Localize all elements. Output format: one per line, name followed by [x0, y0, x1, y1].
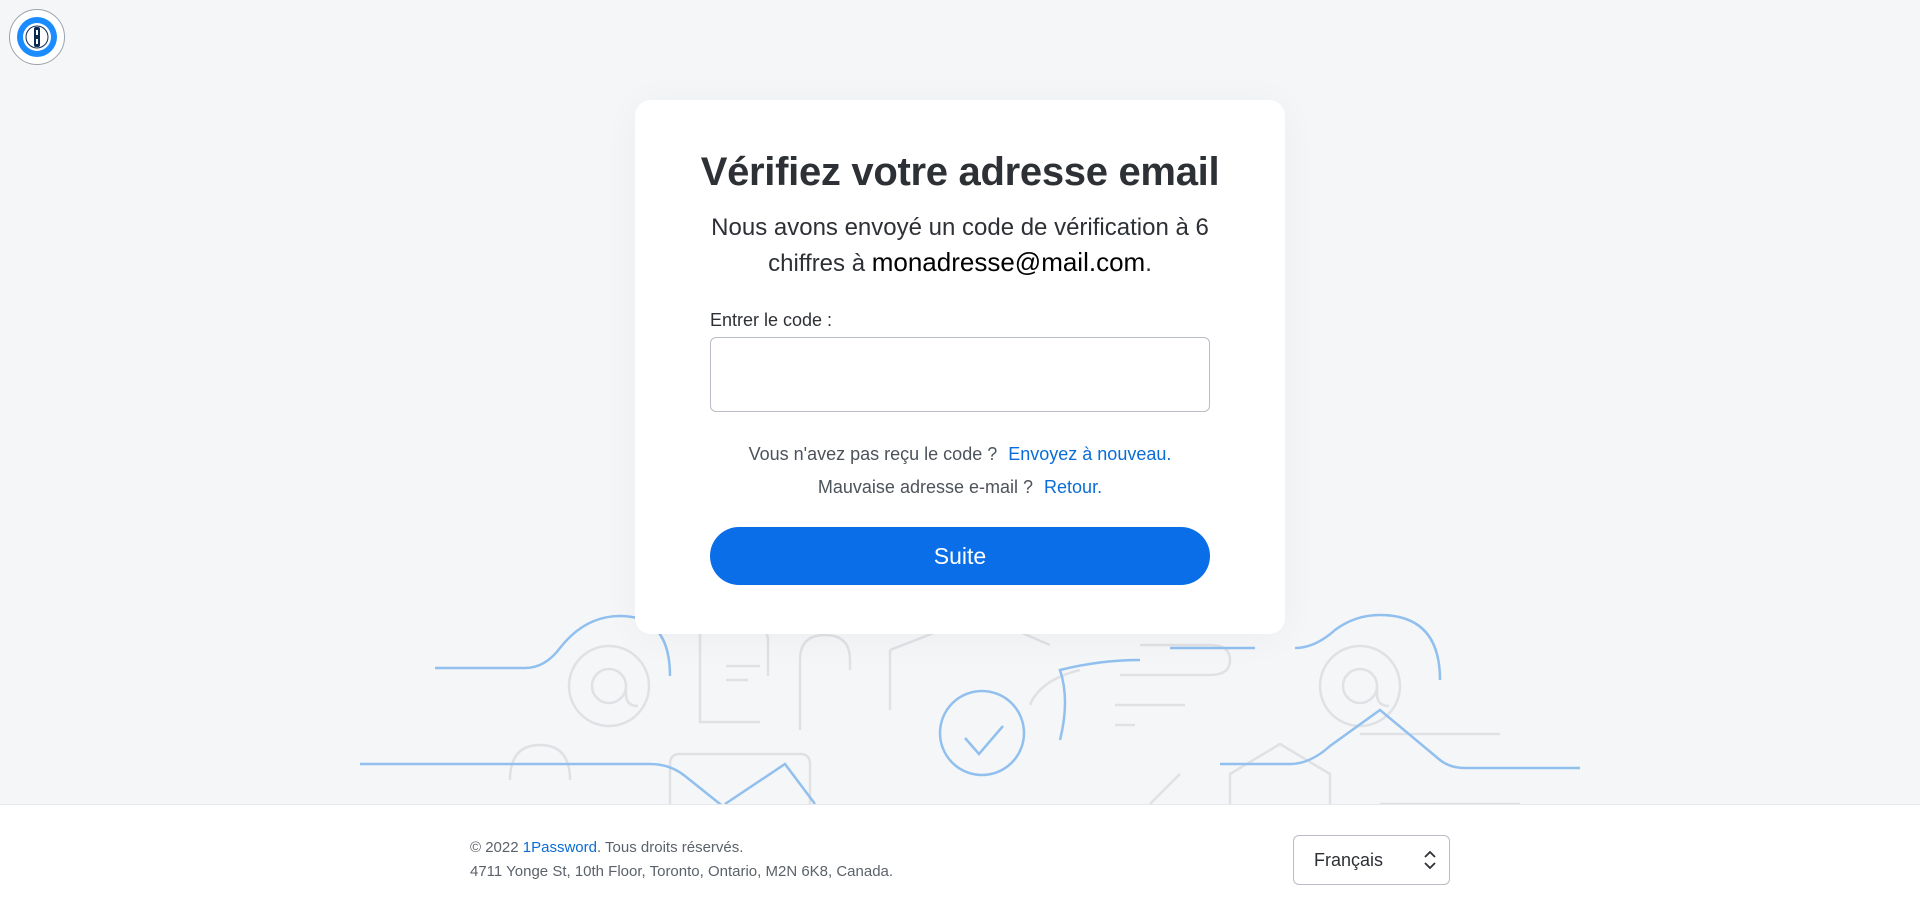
- wrong-email-question: Mauvaise adresse e-mail ?: [817, 477, 1034, 497]
- 1password-link[interactable]: 1Password: [523, 839, 597, 856]
- footer-copyright: © 2022 1Password. Tous droits réservés. …: [470, 836, 893, 884]
- page: Vérifiez votre adresse email Nous avons …: [0, 0, 1920, 913]
- rights-text: . Tous droits réservés.: [596, 839, 744, 856]
- page-title: Vérifiez votre adresse email: [700, 150, 1220, 194]
- message-suffix: .: [1145, 250, 1152, 277]
- verification-message: Nous avons envoyé un code de vérificatio…: [710, 210, 1210, 281]
- footer: © 2022 1Password. Tous droits réservés. …: [0, 804, 1920, 913]
- code-field-label: Entrer le code :: [710, 310, 833, 330]
- background-illustration: [360, 613, 1580, 804]
- email-address: monadresse@mail.com: [871, 247, 1146, 277]
- 1password-keyhole-icon: [17, 17, 57, 57]
- 1password-logo[interactable]: [9, 9, 65, 65]
- company-address: 4711 Yonge St, 10th Floor, Toronto, Onta…: [470, 863, 894, 880]
- continue-button[interactable]: Suite: [710, 527, 1210, 585]
- resend-question: Vous n'avez pas reçu le code ?: [748, 444, 998, 464]
- resend-code-link[interactable]: Envoyez à nouveau.: [1008, 444, 1171, 464]
- copyright-line: © 2022 1Password. Tous droits réservés.: [470, 836, 893, 860]
- copyright-prefix: © 2022: [470, 839, 523, 856]
- language-selected: Français: [1314, 849, 1384, 870]
- wrong-email-prompt: Mauvaise adresse e-mail ? Retour.: [635, 477, 1285, 498]
- resend-prompt: Vous n'avez pas reçu le code ? Envoyez à…: [635, 444, 1285, 465]
- chevron-up-down-icon: [1424, 850, 1436, 870]
- back-link[interactable]: Retour.: [1044, 477, 1102, 497]
- verification-code-input[interactable]: [710, 337, 1210, 412]
- language-select[interactable]: Français: [1293, 835, 1450, 885]
